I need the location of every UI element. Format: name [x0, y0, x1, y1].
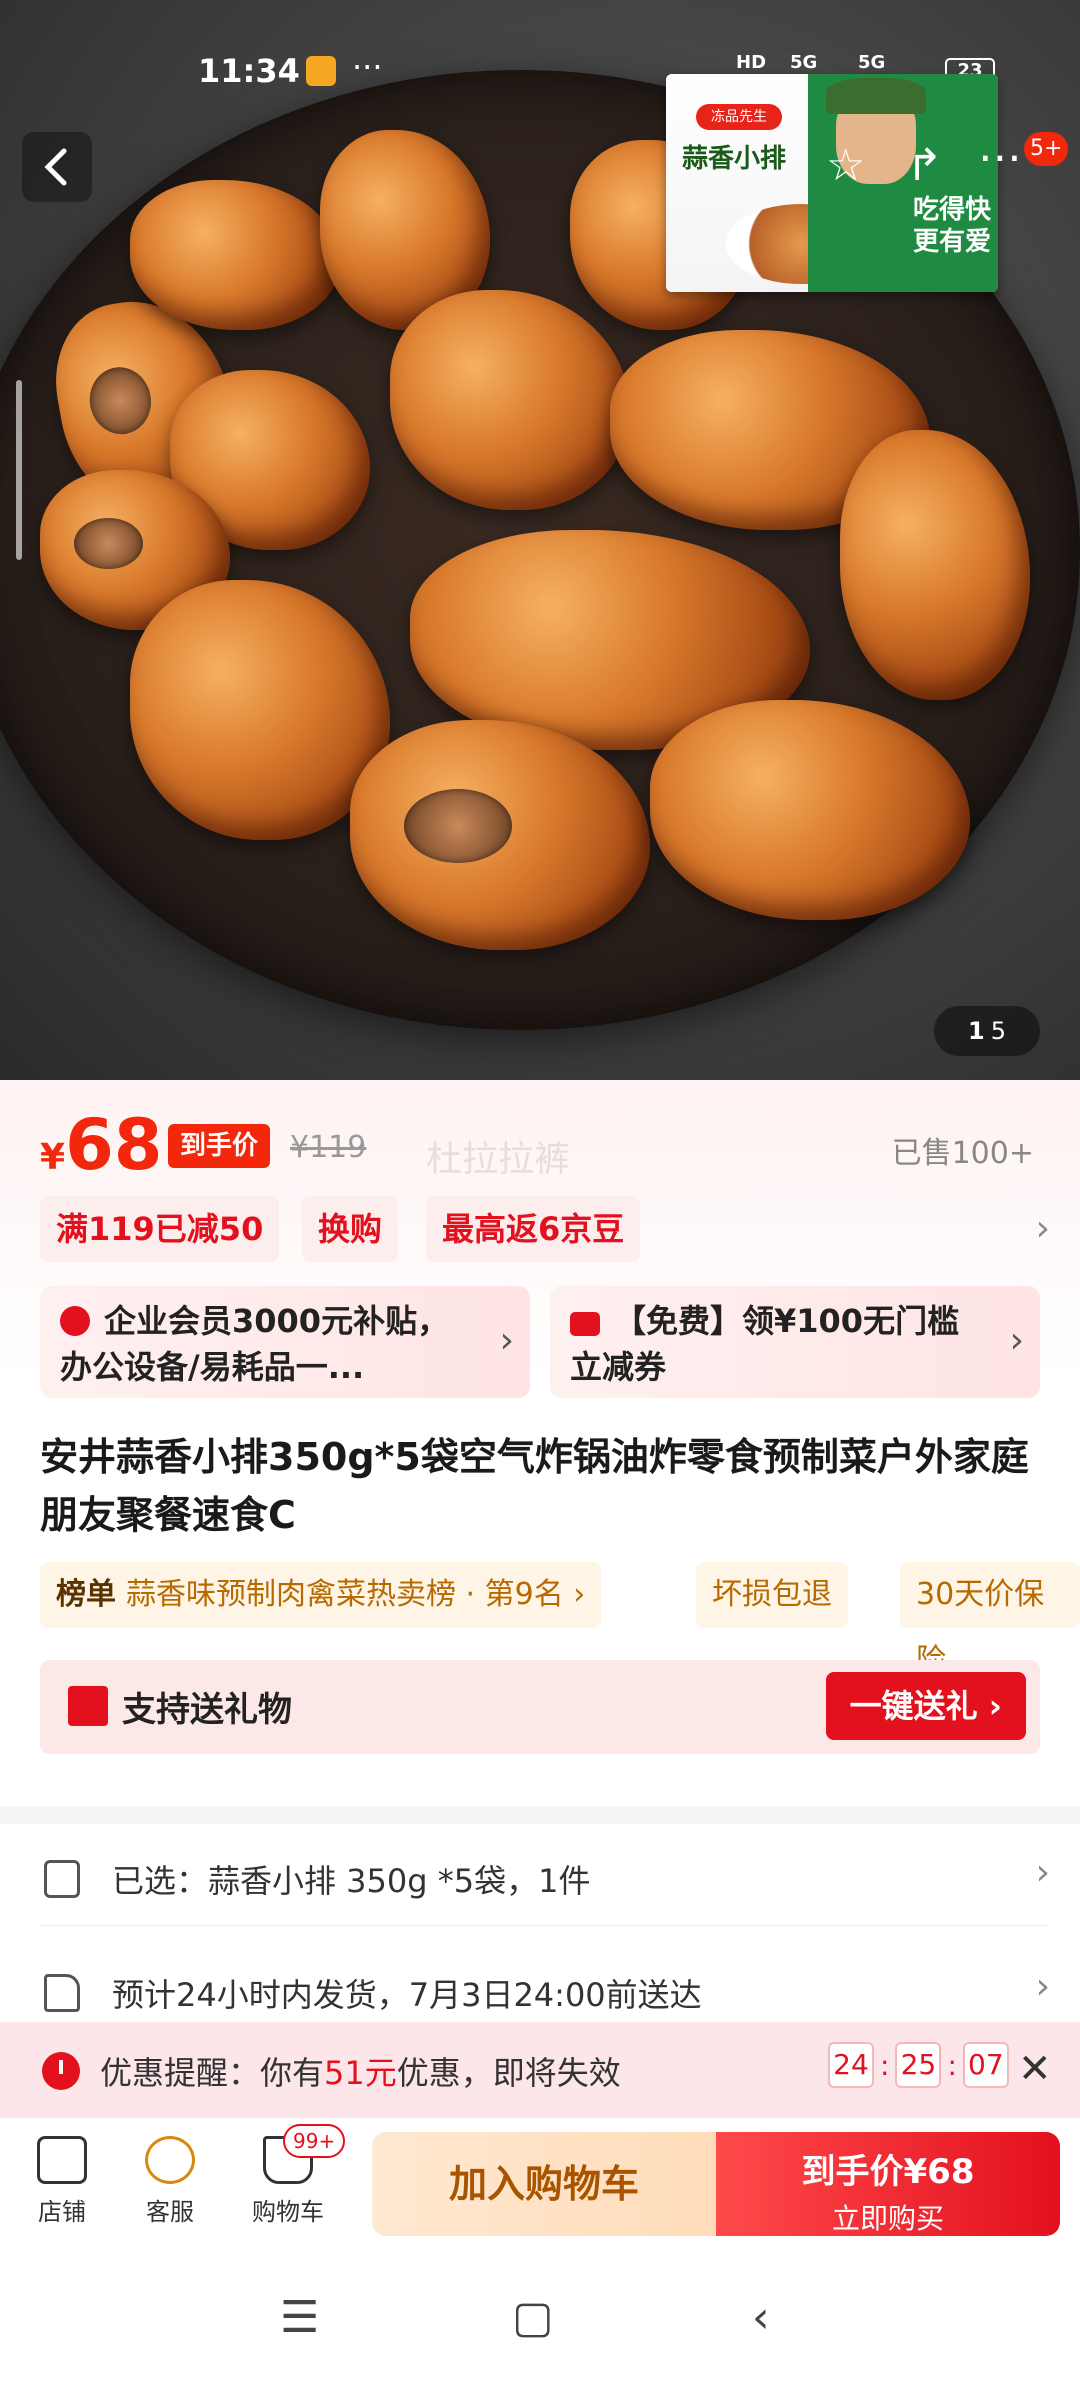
timer-minutes: 25	[895, 2042, 942, 2088]
delivery-truck-icon	[44, 1974, 80, 2012]
sold-count: 已售100+	[891, 1136, 1034, 1171]
coupon-card-text: 【免费】领¥100无门槛立减券	[570, 1302, 960, 1386]
price-value: 68	[65, 1104, 163, 1186]
notification-icon	[306, 56, 336, 86]
ranking-text: 蒜香味预制肉禽菜热卖榜 · 第9名 ›	[126, 1577, 586, 1612]
original-price: ¥119	[290, 1130, 367, 1165]
system-navigation-bar: ☰ ▢ ‹	[0, 2248, 1080, 2400]
buy-now-button[interactable]: 到手价¥68 立即购买	[716, 2132, 1060, 2236]
reminder-text: 优惠提醒：你有51元优惠，即将失效	[100, 2048, 621, 2094]
section-divider	[0, 1806, 1080, 1824]
send-gift-button[interactable]: 一键送礼 ›	[825, 1672, 1026, 1740]
ranking-tag[interactable]: 榜单 蒜香味预制肉禽菜热卖榜 · 第9名 ›	[40, 1562, 602, 1628]
customer-service-icon	[145, 2136, 195, 2184]
more-notifications: ···	[352, 48, 383, 86]
tags-row: 榜单蒜香味预制肉禽菜热卖榜 · 第9名 › 坏损包退 30天价保险	[40, 1562, 1080, 1678]
signal-5g-icon: 5G	[790, 52, 818, 73]
watermark: 杜拉拉裤	[426, 1139, 571, 1180]
menu-icon[interactable]: ☰	[280, 2292, 319, 2343]
message-count-badge: 5+	[1024, 132, 1069, 166]
home-icon[interactable]: ▢	[512, 2292, 554, 2343]
service-label: 客服	[146, 2198, 194, 2226]
promo-tag-jingdou[interactable]: 最高返6京豆	[426, 1196, 641, 1262]
service-tag-damage-return[interactable]: 坏损包退	[696, 1562, 848, 1628]
close-icon[interactable]: ✕	[1018, 2046, 1052, 2092]
promo-tag-discount[interactable]: 满119已减50	[40, 1196, 280, 1262]
promo-tag-exchange[interactable]: 换购	[302, 1196, 399, 1262]
shipping-estimate: 预计24小时内发货，7月3日24:00前送达	[112, 1976, 702, 2014]
ranking-label: 榜单	[56, 1577, 116, 1612]
countdown-timer: 24 : 25 : 07	[828, 2042, 1009, 2088]
mascot-hat	[826, 78, 926, 114]
thumb-brand: 冻品先生	[696, 104, 782, 130]
chevron-right-icon: ›	[1035, 1208, 1050, 1249]
timer-separator: :	[880, 2048, 890, 2082]
discount-reminder-bar[interactable]: 优惠提醒：你有51元优惠，即将失效 24 : 25 : 07 ✕	[0, 2022, 1080, 2118]
coupon-icon	[570, 1312, 600, 1336]
clock-icon	[42, 2052, 80, 2090]
back-icon[interactable]: ‹	[752, 2292, 770, 2343]
selection-icon	[44, 1860, 80, 1898]
enterprise-member-card[interactable]: 企业会员3000元补贴，办公设备/易耗品一... ›	[40, 1286, 530, 1398]
product-page: 1 5 11:34 ··· HD 5G 5G 23 冻品先生 蒜香小排 吃得快 …	[0, 0, 1080, 2400]
current-price: ¥68	[40, 1104, 162, 1186]
reminder-prefix: 优惠提醒：你有	[100, 2054, 325, 2092]
store-label: 店铺	[38, 2198, 86, 2226]
timer-seconds: 07	[962, 2042, 1009, 2088]
cart-count-badge: 99+	[283, 2124, 346, 2158]
chevron-right-icon: ›	[1009, 1320, 1024, 1361]
add-to-cart-button[interactable]: 加入购物车	[372, 2132, 716, 2236]
user-icon	[60, 1306, 90, 1336]
image-counter: 1 5	[934, 1006, 1040, 1056]
gift-icon	[68, 1686, 108, 1726]
customer-service-button[interactable]: 客服	[120, 2136, 220, 2227]
service-tag-price-protect[interactable]: 30天价保险	[900, 1562, 1080, 1678]
chevron-right-icon: ›	[1035, 1966, 1050, 2007]
gift-row[interactable]: 支持送礼物 一键送礼 ›	[40, 1660, 1040, 1754]
buy-price-label: 到手价¥68	[801, 2152, 975, 2192]
price-row: ¥68 到手价 ¥119 杜拉拉裤 已售100+	[40, 1104, 1050, 1186]
share-icon[interactable]: ↱	[906, 140, 943, 191]
promo-row[interactable]: 满119已减50 换购 最高返6京豆 ›	[40, 1196, 1050, 1266]
cart-label: 购物车	[252, 2198, 324, 2226]
bottom-action-bar: 店铺 客服 购物车 99+ 加入购物车 到手价¥68 立即购买	[0, 2118, 1080, 2248]
timer-hours: 24	[828, 2042, 874, 2088]
enterprise-card-text: 企业会员3000元补贴，办公设备/易耗品一...	[60, 1302, 450, 1386]
scroll-indicator	[16, 380, 22, 560]
signal-5g-icon: 5G	[858, 52, 886, 73]
product-title: 安井蒜香小排350g*5袋空气炸锅油炸零食预制菜户外家庭朋友聚餐速食C	[40, 1435, 1029, 1537]
buy-now-label: 立即购买	[831, 2202, 944, 2235]
store-button[interactable]: 店铺	[12, 2136, 112, 2227]
favorite-star-icon[interactable]: ☆	[826, 140, 865, 191]
final-price-tag: 到手价	[168, 1124, 271, 1168]
chevron-right-icon: ›	[499, 1320, 514, 1361]
back-button[interactable]	[22, 132, 92, 202]
back-arrow-icon	[44, 148, 67, 186]
reminder-amount: 51元	[324, 2054, 397, 2092]
thumb-slogan: 吃得快 更有爱	[913, 195, 992, 257]
coupon-card[interactable]: 【免费】领¥100无门槛立减券 ›	[550, 1286, 1040, 1398]
image-total: 5	[990, 1017, 1006, 1045]
timer-separator: :	[947, 2048, 957, 2082]
currency-symbol: ¥	[40, 1137, 66, 1178]
image-index: 1	[968, 1017, 985, 1045]
spec-selection-row[interactable]: 已选：蒜香小排 350g *5袋，1件 ›	[40, 1836, 1050, 1926]
thumb-title: 蒜香小排	[682, 144, 787, 174]
hd-indicator: HD	[736, 52, 767, 73]
product-info: ¥68 到手价 ¥119 杜拉拉裤 已售100+ 满119已减50 换购 最高返…	[0, 1080, 1080, 1820]
reminder-suffix: 优惠，即将失效	[396, 2054, 621, 2092]
more-icon[interactable]: ⋯	[978, 132, 1022, 183]
selected-spec: 已选：蒜香小排 350g *5袋，1件	[112, 1862, 591, 1900]
store-icon	[37, 2136, 87, 2184]
chevron-right-icon: ›	[1035, 1852, 1050, 1893]
clock: 11:34	[198, 52, 300, 90]
gift-label: 支持送礼物	[122, 1690, 292, 1730]
